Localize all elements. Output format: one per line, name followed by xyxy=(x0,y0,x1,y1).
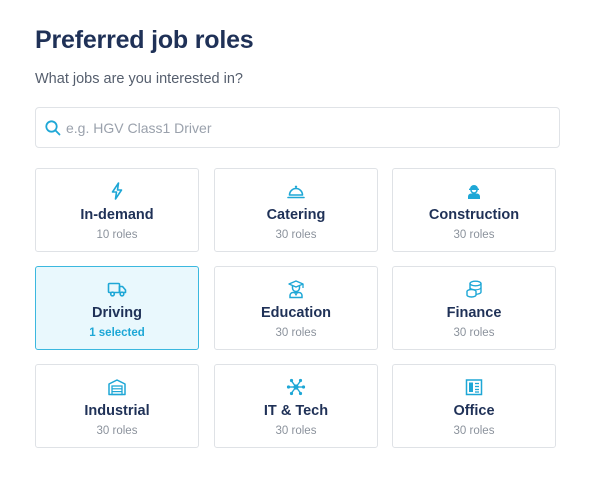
search-box xyxy=(35,107,560,148)
category-tile-construction[interactable]: Construction 30 roles xyxy=(392,168,556,252)
category-label: Catering xyxy=(266,207,326,223)
category-count: 30 roles xyxy=(96,425,138,437)
category-label: In-demand xyxy=(80,207,154,223)
category-tile-catering[interactable]: Catering 30 roles xyxy=(214,168,378,252)
category-label: Industrial xyxy=(84,403,150,419)
construction-worker-icon xyxy=(464,181,484,201)
category-label: Office xyxy=(453,403,495,419)
category-tile-it-tech[interactable]: IT & Tech 30 roles xyxy=(214,364,378,448)
category-tile-industrial[interactable]: Industrial 30 roles xyxy=(35,364,199,448)
lightning-icon xyxy=(107,181,127,201)
network-icon xyxy=(286,377,306,397)
truck-icon xyxy=(107,279,127,299)
category-selected-count: 1 selected xyxy=(89,327,145,339)
page-subtitle: What jobs are you interested in? xyxy=(35,71,243,87)
category-count: 30 roles xyxy=(275,229,317,241)
category-count: 10 roles xyxy=(96,229,138,241)
category-count: 30 roles xyxy=(453,229,495,241)
category-tile-driving[interactable]: Driving 1 selected xyxy=(35,266,199,350)
category-tile-education[interactable]: Education 30 roles xyxy=(214,266,378,350)
category-label: Driving xyxy=(92,305,142,321)
office-building-icon xyxy=(464,377,484,397)
category-label: Education xyxy=(260,305,332,321)
category-count: 30 roles xyxy=(275,425,317,437)
category-tile-office[interactable]: Office 30 roles xyxy=(392,364,556,448)
category-tile-in-demand[interactable]: In-demand 10 roles xyxy=(35,168,199,252)
page-title: Preferred job roles xyxy=(35,26,254,54)
category-label: IT & Tech xyxy=(263,403,329,419)
warehouse-icon xyxy=(107,377,127,397)
category-count: 30 roles xyxy=(453,327,495,339)
coins-icon xyxy=(464,279,484,299)
cloche-icon xyxy=(286,181,306,201)
category-label: Finance xyxy=(446,305,502,321)
category-label: Construction xyxy=(428,207,520,223)
search-icon xyxy=(44,119,62,137)
category-count: 30 roles xyxy=(453,425,495,437)
search-input[interactable] xyxy=(66,108,546,147)
category-count: 30 roles xyxy=(275,327,317,339)
graduate-icon xyxy=(286,279,306,299)
category-tile-finance[interactable]: Finance 30 roles xyxy=(392,266,556,350)
